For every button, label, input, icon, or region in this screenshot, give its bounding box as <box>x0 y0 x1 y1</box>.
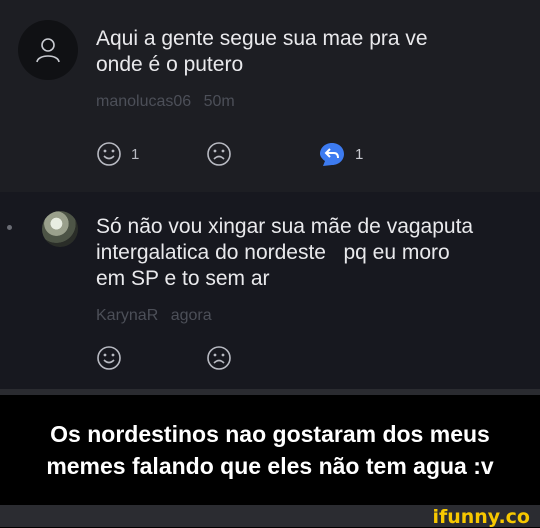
comment-time: 50m <box>203 93 235 110</box>
meme-caption: Os nordestinos nao gostaram dos meus mem… <box>0 395 540 505</box>
frown-reaction[interactable] <box>206 141 232 167</box>
thread-dot <box>7 225 12 230</box>
comment-text: Aqui a gente segue sua mae pra ve onde é… <box>96 27 428 76</box>
user-placeholder-icon <box>36 38 60 63</box>
comment-manolucas06: Aqui a gente segue sua mae pra ve onde é… <box>0 0 540 192</box>
comment-username[interactable]: KarynaR <box>96 307 158 324</box>
smile-icon <box>97 346 121 370</box>
frown-reaction[interactable] <box>206 345 232 371</box>
smile-count: 1 <box>131 145 140 163</box>
smile-icon <box>97 142 121 166</box>
reply-button[interactable]: 1 <box>318 141 363 168</box>
screen: Aqui a gente segue sua mae pra ve onde é… <box>0 0 540 527</box>
watermark-bar: ifunny.co <box>0 505 540 527</box>
avatar-placeholder[interactable] <box>18 20 78 80</box>
comment-meta: KarynaR agora <box>96 307 220 325</box>
frown-icon <box>207 346 231 370</box>
comment-time: agora <box>170 307 212 324</box>
smile-reaction[interactable] <box>96 345 122 371</box>
comment-text: Só não vou xingar sua mãe de vagaputa in… <box>96 215 474 290</box>
reply-bubble-icon <box>320 143 344 166</box>
comment-username[interactable]: manolucas06 <box>96 93 191 110</box>
reply-count: 1 <box>355 146 364 163</box>
comment-meta: manolucas06 50m <box>96 93 243 111</box>
caption-text: Os nordestinos nao gostaram dos meus mem… <box>46 421 494 479</box>
frown-icon <box>207 142 231 166</box>
smile-reaction[interactable]: 1 <box>96 141 139 167</box>
user-photo-avatar[interactable] <box>42 211 78 247</box>
ifunny-logo: ifunny.co <box>432 506 530 528</box>
